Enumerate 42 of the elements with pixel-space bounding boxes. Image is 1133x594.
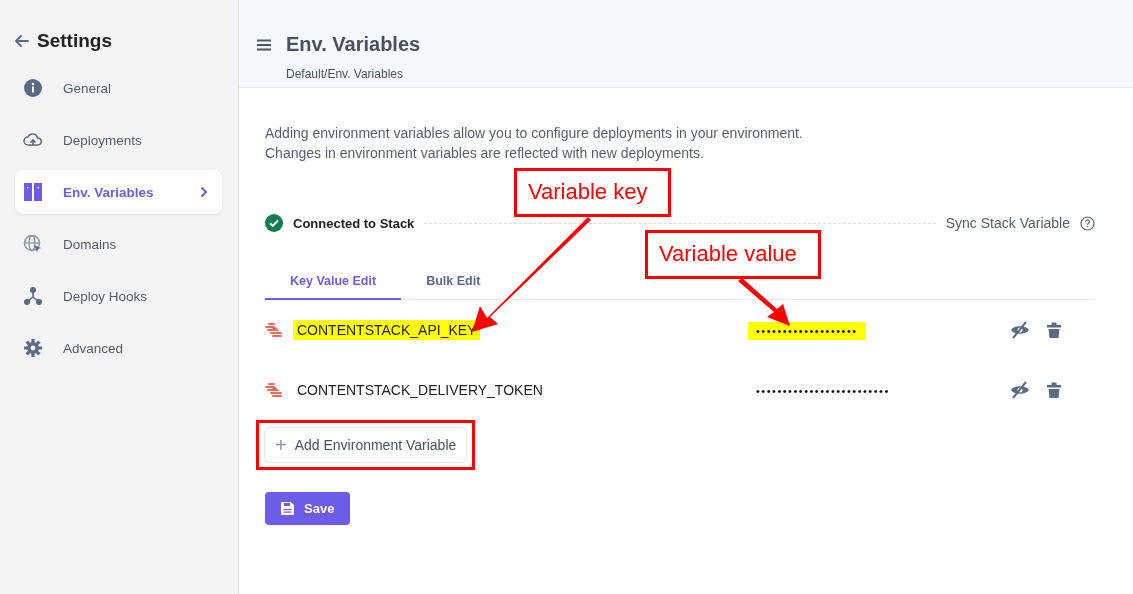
eye-off-icon[interactable] [1010, 321, 1030, 339]
sidebar-item[interactable]: General [15, 66, 222, 110]
sidebar-item[interactable]: Deployments [15, 118, 222, 162]
stack-status: Connected to Stack [293, 215, 415, 231]
globe-icon [23, 234, 43, 254]
sidebar-item[interactable]: Env. Variables [15, 170, 222, 214]
page-title: Env. Variables [286, 33, 421, 56]
trash-icon[interactable] [1047, 382, 1061, 398]
tab[interactable]: Bulk Edit [401, 263, 506, 300]
back-arrow-icon[interactable] [15, 35, 29, 47]
eye-off-icon[interactable] [1010, 381, 1030, 399]
network-icon [23, 286, 43, 306]
sidebar-item[interactable]: Deploy Hooks [15, 274, 222, 318]
add-variable-button[interactable]: + Add Environment Variable [264, 427, 468, 463]
variable-key: CONTENTSTACK_API_KEY [293, 320, 481, 340]
description-text: Changes in environment variables are reflected with new deployments. [265, 144, 705, 163]
variable-value: ••••••••••••••••••• [748, 322, 866, 340]
settings-icon [23, 338, 43, 358]
sidebar-title: Settings [37, 30, 112, 52]
callout-label: Variable key [514, 168, 671, 217]
description-text: Adding environment variables allow you to configure deployments in your environment. [265, 124, 804, 143]
info-icon [23, 78, 43, 98]
breadcrumb-item[interactable]: Default [286, 67, 325, 81]
sidebar-item[interactable]: Domains [15, 222, 222, 266]
sync-label: Sync Stack Variable [945, 215, 1070, 231]
callout-label: Variable value [645, 230, 821, 279]
chevron-right-icon [200, 186, 208, 198]
columns-icon [23, 182, 43, 202]
variable-key: CONTENTSTACK_DELIVERY_TOKEN [293, 380, 547, 400]
breadcrumb-item: Env. Variables [327, 67, 403, 81]
stack-logo-icon [265, 322, 283, 338]
stack-logo-icon [265, 382, 283, 398]
menu-icon[interactable] [257, 38, 271, 51]
save-button[interactable]: Save [265, 492, 351, 525]
breadcrumb-separator: / [324, 67, 328, 81]
help-icon[interactable] [1080, 215, 1095, 231]
sidebar-item[interactable]: Advanced [15, 326, 222, 370]
trash-icon[interactable] [1047, 322, 1061, 338]
floppy-icon [281, 502, 294, 515]
variable-value: ••••••••••••••••••••••••• [755, 384, 891, 399]
arrow [738, 278, 790, 326]
tab[interactable]: Key Value Edit [265, 263, 402, 300]
